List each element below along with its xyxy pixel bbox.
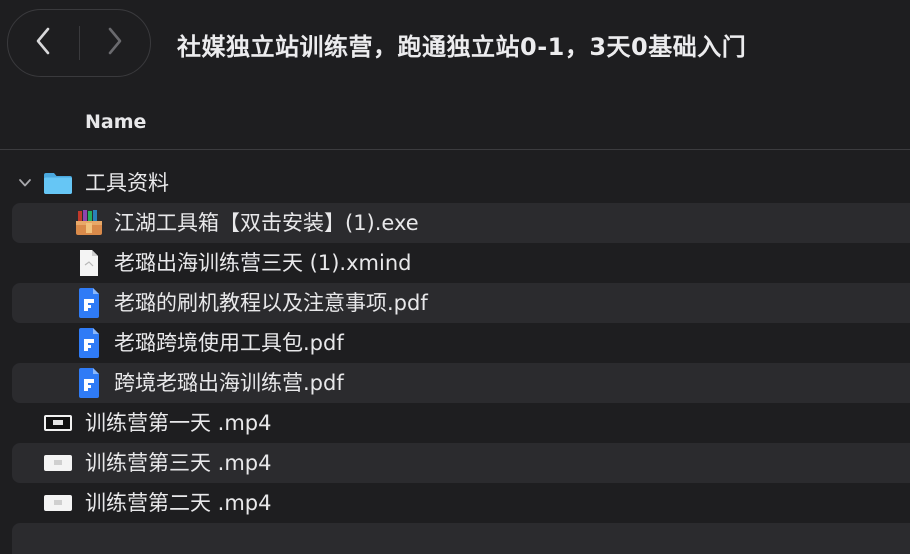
pdf-icon [74,368,104,398]
finder-window: 社媒独立站训练营，跑通独立站0-1，3天0基础入门 Name 工具资料 江湖工具… [0,0,910,554]
file-name: 江湖工具箱【双击安装】(1).exe [114,211,419,235]
file-list: 工具资料 江湖工具箱【双击安装】(1).exe 老璐出海训练营三天 (1).xm… [0,163,910,554]
file-name: 老璐的刷机教程以及注意事项.pdf [114,291,428,315]
chevron-right-icon [107,27,123,59]
list-item-folder[interactable]: 工具资料 [0,163,910,203]
document-icon [74,249,104,277]
file-name: 老璐跨境使用工具包.pdf [114,331,344,355]
pdf-icon [74,328,104,358]
column-header-bar: Name [0,92,910,150]
file-name: 训练营第二天 .mp4 [85,491,272,515]
list-item-file[interactable]: 老璐的刷机教程以及注意事项.pdf [0,283,910,323]
video-icon [43,449,73,477]
archive-installer-icon [74,209,104,237]
back-button[interactable] [8,10,78,76]
forward-button[interactable] [80,10,150,76]
list-item-video[interactable]: 训练营第三天 .mp4 [0,443,910,483]
file-name: 工具资料 [85,171,169,195]
file-name: 老璐出海训练营三天 (1).xmind [114,251,412,275]
folder-icon [43,169,73,197]
list-item-file[interactable]: 跨境老璐出海训练营.pdf [0,363,910,403]
row-stripe [12,523,910,554]
toolbar: 社媒独立站训练营，跑通独立站0-1，3天0基础入门 [0,0,910,92]
video-icon [43,409,73,437]
video-icon [43,489,73,517]
chevron-left-icon [35,27,51,59]
file-name: 训练营第三天 .mp4 [85,451,272,475]
list-item-file[interactable]: 江湖工具箱【双击安装】(1).exe [0,203,910,243]
empty-row [0,523,910,554]
navigation-buttons [7,9,151,77]
pdf-icon [74,288,104,318]
list-item-file[interactable]: 老璐跨境使用工具包.pdf [0,323,910,363]
disclosure-chevron-down-icon[interactable] [16,174,34,192]
name-column-header[interactable]: Name [85,111,146,133]
file-name: 训练营第一天 .mp4 [85,411,272,435]
list-item-video[interactable]: 训练营第二天 .mp4 [0,483,910,523]
list-item-file[interactable]: 老璐出海训练营三天 (1).xmind [0,243,910,283]
list-item-video[interactable]: 训练营第一天 .mp4 [0,403,910,443]
window-title: 社媒独立站训练营，跑通独立站0-1，3天0基础入门 [177,33,747,61]
file-name: 跨境老璐出海训练营.pdf [114,371,344,395]
